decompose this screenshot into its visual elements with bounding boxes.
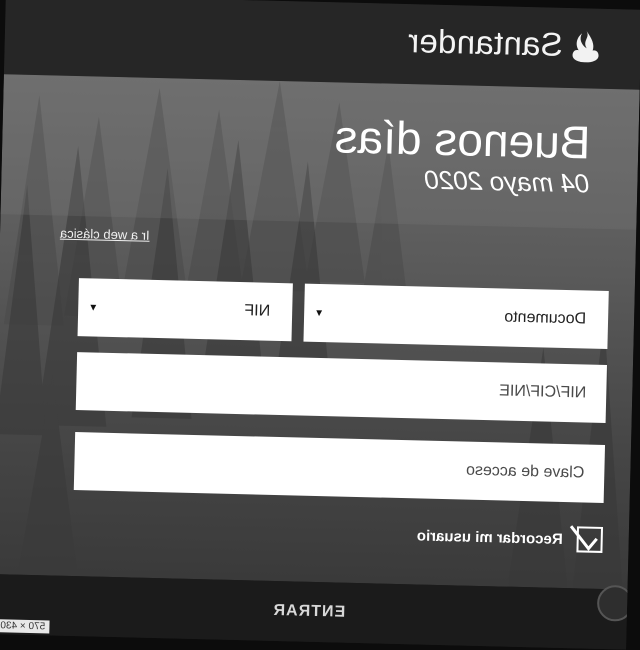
document-select-label: Documento	[504, 308, 587, 328]
brand-logo[interactable]: Santander	[407, 22, 601, 65]
document-type-select[interactable]: Documento ▼	[303, 283, 609, 350]
password-input[interactable]	[74, 452, 605, 483]
brand-name: Santander	[407, 22, 564, 63]
dropdown-arrow-icon: ▼	[314, 307, 325, 319]
greeting-title: Buenos días	[334, 110, 592, 169]
id-number-input[interactable]	[76, 372, 607, 404]
nif-select-value: NIF	[244, 302, 271, 320]
remember-user-toggle[interactable]: Recordar mi usuario	[416, 522, 604, 553]
santander-flame-icon	[572, 30, 599, 63]
login-window: Santander Buenos días 04 mayo 2020 Ir a …	[0, 0, 640, 650]
hero-panel: Buenos días 04 mayo 2020 Ir a web clásic…	[0, 74, 640, 590]
classic-web-link[interactable]: Ir a web clásica	[60, 226, 150, 243]
assistant-bubble-icon[interactable]	[596, 584, 634, 622]
checkmark-icon	[569, 525, 598, 552]
current-date: 04 mayo 2020	[424, 164, 590, 199]
remember-checkbox[interactable]	[569, 525, 604, 553]
enter-button-label: ENTRAR	[272, 601, 346, 621]
viewport-size-tag: 570 × 430	[0, 619, 50, 634]
dropdown-arrow-icon: ▼	[88, 301, 99, 314]
nif-type-select[interactable]: NIF ▼	[77, 278, 293, 342]
remember-label: Recordar mi usuario	[416, 526, 563, 548]
screenshot-view: Santander Buenos días 04 mayo 2020 Ir a …	[0, 0, 640, 650]
